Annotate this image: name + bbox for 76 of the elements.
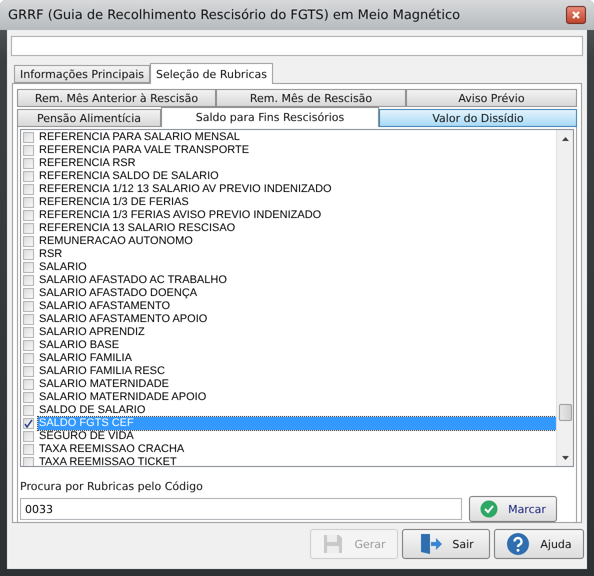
help-button[interactable]: Ajuda: [494, 529, 584, 559]
window-title: GRRF (Guia de Recolhimento Rescisório do FGTS) em Meio Magnético: [8, 8, 460, 22]
list-item[interactable]: RSR: [38, 248, 556, 261]
checkbox[interactable]: [23, 353, 34, 364]
list-item[interactable]: SALARIO BASE: [38, 339, 556, 352]
checkbox[interactable]: [23, 210, 34, 221]
checkbox[interactable]: [23, 288, 34, 299]
tab[interactable]: Informações Principais: [14, 65, 150, 83]
checkbox[interactable]: [23, 431, 34, 442]
tab[interactable]: Saldo para Fins Rescisórios: [161, 107, 379, 127]
scroll-down-icon[interactable]: [562, 456, 568, 460]
checkbox[interactable]: [23, 340, 34, 351]
checkbox[interactable]: [23, 249, 34, 260]
exit-door-icon: [418, 532, 442, 556]
list-item[interactable]: SALDO DE SALARIO: [38, 404, 556, 417]
scroll-up-icon[interactable]: [562, 136, 568, 140]
exit-button[interactable]: Sair: [402, 529, 490, 559]
list-item[interactable]: SALARIO MATERNIDADE APOIO: [38, 391, 556, 404]
mark-button[interactable]: Marcar: [469, 496, 557, 522]
list-item[interactable]: REFERENCIA 1/3 FERIAS AVISO PREVIO INDENIZADO: [38, 209, 556, 222]
tab[interactable]: Pensão Alimentícia: [17, 109, 161, 127]
close-icon: [572, 11, 580, 19]
scrollbar[interactable]: [556, 130, 573, 466]
checkbox[interactable]: [23, 418, 34, 429]
list-item[interactable]: SALARIO FAMILIA: [38, 352, 556, 365]
list-item[interactable]: REFERENCIA 1/3 DE FERIAS: [38, 196, 556, 209]
list-item[interactable]: SALARIO AFASTADO AC TRABALHO: [38, 274, 556, 287]
input-field[interactable]: [11, 36, 583, 56]
list-item[interactable]: SALARIO AFASTAMENTO: [38, 300, 556, 313]
scroll-thumb[interactable]: [558, 404, 572, 421]
checkbox[interactable]: [23, 223, 34, 234]
list-item[interactable]: REFERENCIA RSR: [38, 157, 556, 170]
tab[interactable]: Valor do Dissídio: [379, 109, 577, 127]
field-label: Procura por Rubricas pelo Código: [20, 480, 204, 493]
checkbox[interactable]: [23, 444, 34, 455]
close-button[interactable]: [566, 6, 586, 24]
checkbox[interactable]: [23, 184, 34, 195]
list-item[interactable]: TAXA REEMISSAO CRACHA: [38, 443, 556, 456]
checkbox[interactable]: [23, 457, 34, 466]
check-icon: [24, 419, 33, 428]
list-item[interactable]: SALARIO APRENDIZ: [38, 326, 556, 339]
checkbox[interactable]: [23, 275, 34, 286]
list-item[interactable]: SEGURO DE VIDA: [38, 430, 556, 443]
list-item[interactable]: SALARIO FAMILIA RESC: [38, 365, 556, 378]
checkbox[interactable]: [23, 236, 34, 247]
checkbox[interactable]: [23, 366, 34, 377]
checkbox[interactable]: [23, 132, 34, 143]
checkbox[interactable]: [23, 262, 34, 273]
checkbox[interactable]: [23, 379, 34, 390]
list-item[interactable]: REMUNERACAO AUTONOMO: [38, 235, 556, 248]
list-item[interactable]: REFERENCIA PARA SALARIO MENSAL: [38, 131, 556, 144]
checkbox[interactable]: [23, 314, 34, 325]
checkbox[interactable]: [23, 158, 34, 169]
tab[interactable]: Rem. Mês de Rescisão: [216, 89, 406, 107]
checkbox[interactable]: [23, 327, 34, 338]
checkbox[interactable]: [23, 145, 34, 156]
checkbox[interactable]: [23, 301, 34, 312]
checkbox[interactable]: [23, 392, 34, 403]
checkbox[interactable]: [23, 197, 34, 208]
list-item[interactable]: SALARIO: [38, 261, 556, 274]
tab[interactable]: Seleção de Rubricas: [150, 63, 274, 84]
check-circle-icon: [480, 500, 498, 518]
search-field[interactable]: 0033: [20, 498, 462, 520]
list-item[interactable]: REFERENCIA 1/12 13 SALARIO AV PREVIO INDENIZADO: [38, 183, 556, 196]
list-item[interactable]: SALARIO MATERNIDADE: [38, 378, 556, 391]
tab[interactable]: Rem. Mês Anterior à Rescisão: [17, 89, 216, 107]
list-item[interactable]: REFERENCIA PARA VALE TRANSPORTE: [38, 144, 556, 157]
list-item[interactable]: TAXA REEMISSAO TICKET: [38, 456, 556, 466]
list-item[interactable]: REFERENCIA SALDO DE SALARIO: [38, 170, 556, 183]
list-item[interactable]: REFERENCIA 13 SALARIO RESCISAO: [38, 222, 556, 235]
list-item[interactable]: SALARIO AFASTAMENTO APOIO: [38, 313, 556, 326]
list-item[interactable]: SALARIO AFASTADO DOENÇA: [38, 287, 556, 300]
help-icon: [506, 532, 530, 556]
tab[interactable]: Aviso Prévio: [406, 89, 577, 107]
checkbox[interactable]: [23, 405, 34, 416]
checkbox[interactable]: [23, 171, 34, 182]
